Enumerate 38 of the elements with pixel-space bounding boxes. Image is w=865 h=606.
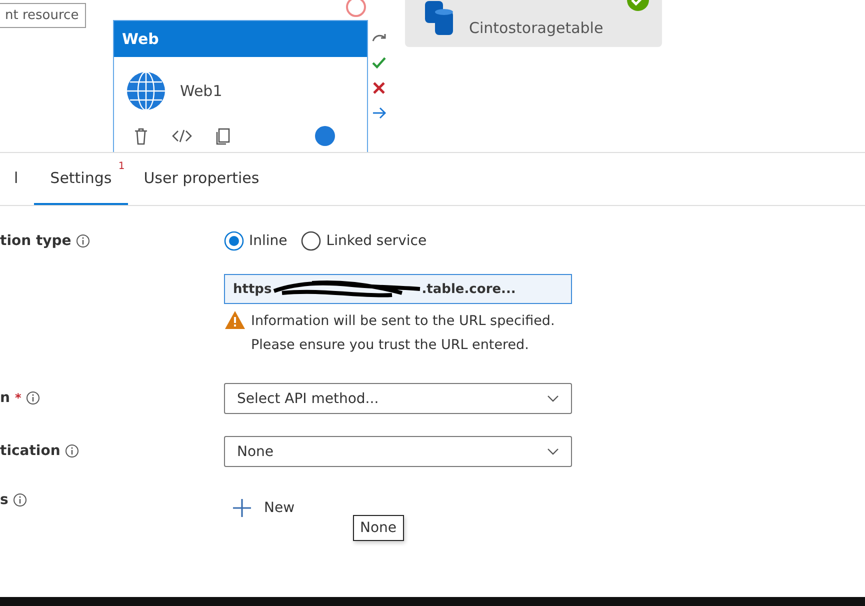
tooltip: None [353,515,404,541]
code-icon[interactable] [172,129,192,143]
chevron-down-icon [547,448,559,456]
radio-option[interactable]: Inline [224,231,288,251]
warning-icon [224,310,246,330]
field-label: tion type [0,233,72,249]
activity-name: Web1 [180,82,222,100]
dropdown[interactable]: Select API method... [224,383,572,414]
url-field[interactable]: https .table.core... [224,274,572,304]
info-icon[interactable] [13,493,28,507]
info-icon[interactable] [26,391,40,405]
field-label: n [0,390,10,406]
error-count: 1 [118,161,125,172]
trash-icon[interactable] [132,127,150,145]
activity-header: Web [114,21,367,57]
globe-icon [126,71,166,111]
field-label: s [0,492,8,508]
required-asterisk: * [14,391,22,405]
info-icon[interactable] [65,444,80,458]
new-button[interactable]: New [224,493,303,523]
field-label: tication [0,443,60,459]
activity-name: Cintostoragetable [469,19,604,37]
cross-icon[interactable] [371,80,387,96]
info-icon[interactable] [76,234,90,248]
resource-label: nt resource [0,3,86,28]
arrow-right-icon[interactable] [371,105,387,121]
radio-option[interactable]: Linked service [301,231,427,251]
check-icon[interactable] [371,55,387,71]
activity-card[interactable]: Web Web1 [113,20,368,152]
copy-icon[interactable] [214,127,232,145]
tab[interactable]: User properties [128,153,276,205]
dropdown[interactable]: None [224,436,572,467]
tab[interactable]: l [0,153,34,205]
activity-card[interactable]: Cintostoragetable [405,0,662,47]
warning-message: Information will be sent to the URL specified. Please ensure you trust the URL entered. [251,312,556,354]
tab[interactable]: Settings 1 [34,153,128,205]
plus-icon [232,498,252,518]
chevron-down-icon [547,394,559,402]
